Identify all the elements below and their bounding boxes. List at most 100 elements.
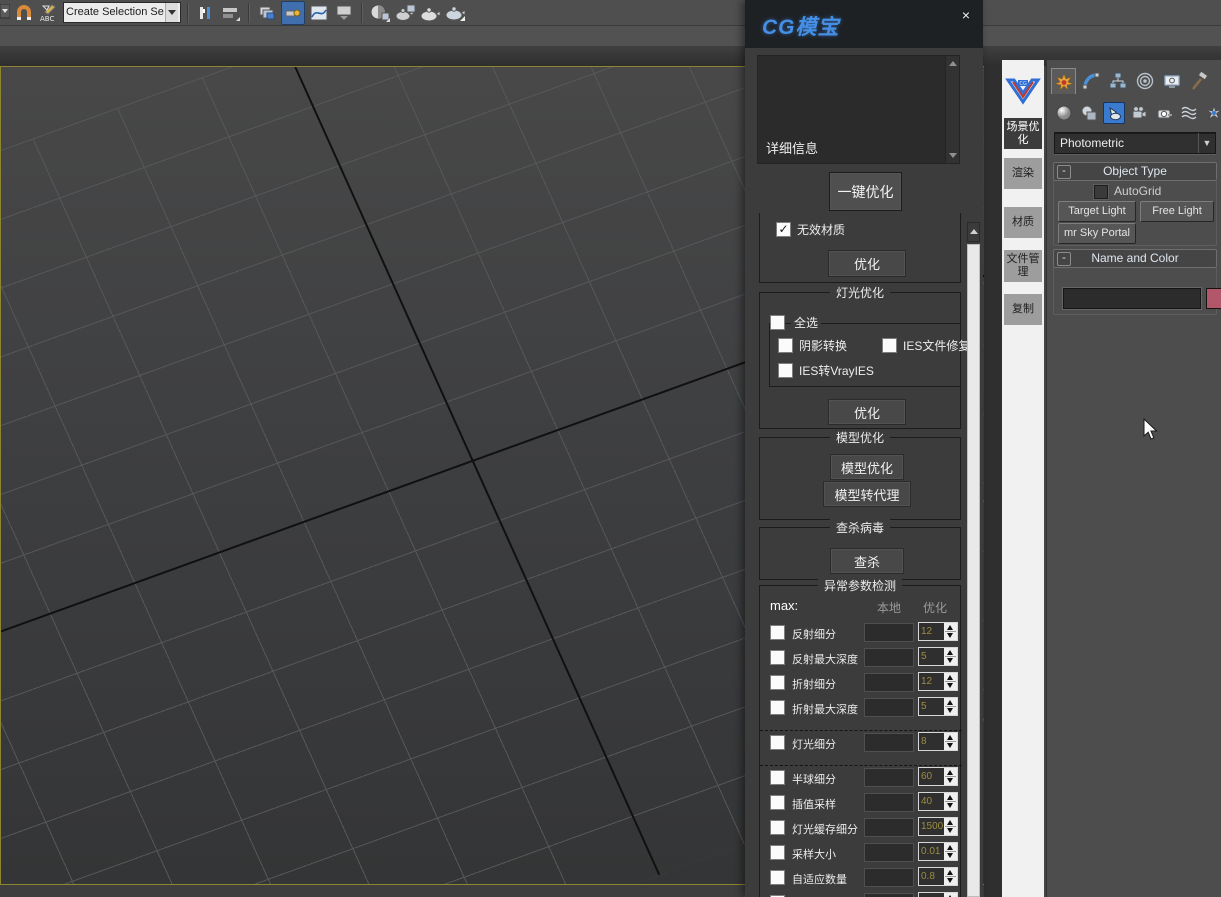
- scroll-up-icon[interactable]: [967, 222, 980, 242]
- spinner-arrows-icon[interactable]: [944, 818, 957, 835]
- flyout-arrow-icon[interactable]: [0, 2, 10, 24]
- object-name-input[interactable]: [1063, 288, 1201, 309]
- named-selection-set-dropdown[interactable]: Create Selection Se: [63, 2, 181, 23]
- geometry-icon[interactable]: [1053, 102, 1075, 124]
- param-local-input[interactable]: [864, 843, 914, 862]
- target-light-button[interactable]: Target Light: [1058, 201, 1136, 222]
- param-local-input[interactable]: [864, 623, 914, 642]
- spinner-arrows-icon[interactable]: [944, 843, 957, 860]
- param-local-input[interactable]: [864, 733, 914, 752]
- param-spinner[interactable]: 8: [918, 732, 958, 751]
- param-checkbox[interactable]: [770, 700, 785, 715]
- side-tab-material[interactable]: 材质: [1004, 207, 1042, 238]
- param-spinner[interactable]: 0.8: [918, 867, 958, 886]
- param-local-input[interactable]: [864, 893, 914, 897]
- param-local-input[interactable]: [864, 868, 914, 887]
- schematic-view-icon[interactable]: [333, 2, 355, 24]
- info-scrollbar[interactable]: [945, 56, 959, 163]
- spinner-arrows-icon[interactable]: [944, 623, 957, 640]
- spinner-arrows-icon[interactable]: [944, 673, 957, 690]
- chevron-down-icon[interactable]: [165, 3, 178, 22]
- snap-magnet-icon[interactable]: [13, 2, 35, 24]
- free-light-button[interactable]: Free Light: [1140, 201, 1214, 222]
- param-spinner[interactable]: 60: [918, 767, 958, 786]
- light-category-dropdown[interactable]: Photometric ▼: [1054, 132, 1216, 154]
- material-editor-icon[interactable]: [369, 2, 391, 24]
- param-local-input[interactable]: [864, 673, 914, 692]
- rendered-frame-icon[interactable]: [419, 2, 441, 24]
- side-tab-scene-optimize[interactable]: 场景优化: [1004, 118, 1042, 149]
- param-spinner[interactable]: 40: [918, 792, 958, 811]
- plugin-scrollbar[interactable]: [967, 222, 980, 897]
- side-tab-file-manage[interactable]: 文件管理: [1004, 250, 1042, 281]
- spinner-arrows-icon[interactable]: [944, 648, 957, 665]
- graphite-toggle-icon[interactable]: [281, 1, 305, 25]
- param-spinner-value[interactable]: 5: [919, 698, 944, 715]
- one-click-optimize-button[interactable]: 一键优化: [829, 172, 902, 211]
- helpers-icon[interactable]: [1153, 102, 1175, 124]
- cameras-icon[interactable]: [1128, 102, 1150, 124]
- param-spinner-value[interactable]: 0.01: [919, 843, 944, 860]
- param-local-input[interactable]: [864, 768, 914, 787]
- param-spinner-value[interactable]: 40: [919, 793, 944, 810]
- collapse-minus-icon[interactable]: -: [1057, 252, 1071, 266]
- layer-manager-icon[interactable]: [256, 2, 278, 24]
- scroll-up-icon[interactable]: [949, 61, 957, 66]
- render-production-icon[interactable]: [444, 2, 466, 24]
- align-icon[interactable]: [220, 2, 242, 24]
- spinner-arrows-icon[interactable]: [944, 893, 957, 897]
- collapse-minus-icon[interactable]: -: [1057, 165, 1071, 179]
- edit-named-selection-icon[interactable]: ABC: [38, 2, 60, 24]
- param-local-input[interactable]: [864, 698, 914, 717]
- param-spinner-value[interactable]: 8: [919, 733, 944, 750]
- tab-utilities-icon[interactable]: [1186, 68, 1211, 94]
- scrollbar-thumb[interactable]: [967, 244, 980, 897]
- param-spinner-value[interactable]: 12: [919, 673, 944, 690]
- autogrid-checkbox[interactable]: [1094, 185, 1108, 199]
- curve-editor-icon[interactable]: [308, 2, 330, 24]
- param-checkbox[interactable]: [770, 650, 785, 665]
- param-spinner-value[interactable]: 60: [919, 768, 944, 785]
- model-to-proxy-button[interactable]: 模型转代理: [823, 481, 911, 507]
- space-warps-icon[interactable]: [1178, 102, 1200, 124]
- param-spinner[interactable]: 12: [918, 672, 958, 691]
- tab-modify-icon[interactable]: [1078, 68, 1103, 94]
- param-checkbox[interactable]: [770, 770, 785, 785]
- param-checkbox[interactable]: [770, 845, 785, 860]
- light-optimize-button[interactable]: 优化: [828, 399, 906, 425]
- invalid-material-checkbox[interactable]: ✓: [776, 222, 791, 237]
- mr-sky-portal-button[interactable]: mr Sky Portal: [1058, 223, 1136, 244]
- spinner-arrows-icon[interactable]: [944, 793, 957, 810]
- ies-fix-checkbox[interactable]: [882, 338, 897, 353]
- select-all-checkbox[interactable]: [770, 315, 785, 330]
- param-spinner-value[interactable]: 12: [919, 623, 944, 640]
- param-spinner-value[interactable]: 1500: [919, 818, 944, 835]
- param-spinner[interactable]: 5: [918, 647, 958, 666]
- param-spinner-value[interactable]: [919, 893, 944, 897]
- side-tab-copy[interactable]: 复制: [1004, 294, 1042, 325]
- param-local-input[interactable]: [864, 818, 914, 837]
- param-checkbox[interactable]: [770, 625, 785, 640]
- param-spinner[interactable]: 0.01: [918, 842, 958, 861]
- material-optimize-button[interactable]: 优化: [828, 250, 906, 277]
- tab-motion-icon[interactable]: [1132, 68, 1157, 94]
- param-checkbox[interactable]: [770, 870, 785, 885]
- param-spinner-value[interactable]: 5: [919, 648, 944, 665]
- plugin-titlebar[interactable]: CG模宝 ×: [745, 0, 983, 48]
- param-spinner[interactable]: 12: [918, 622, 958, 641]
- param-spinner[interactable]: 1500: [918, 817, 958, 836]
- param-spinner-value[interactable]: 0.8: [919, 868, 944, 885]
- param-checkbox[interactable]: [770, 795, 785, 810]
- chevron-down-icon[interactable]: ▼: [1199, 138, 1215, 148]
- param-checkbox[interactable]: [770, 820, 785, 835]
- shapes-icon[interactable]: [1078, 102, 1100, 124]
- param-spinner[interactable]: [918, 892, 958, 897]
- param-local-input[interactable]: [864, 648, 914, 667]
- param-spinner[interactable]: 5: [918, 697, 958, 716]
- tab-display-icon[interactable]: [1159, 68, 1184, 94]
- spinner-arrows-icon[interactable]: [944, 868, 957, 885]
- close-icon[interactable]: ×: [958, 7, 974, 23]
- systems-icon[interactable]: [1203, 102, 1221, 124]
- tab-hierarchy-icon[interactable]: [1105, 68, 1130, 94]
- virus-scan-button[interactable]: 查杀: [830, 548, 904, 574]
